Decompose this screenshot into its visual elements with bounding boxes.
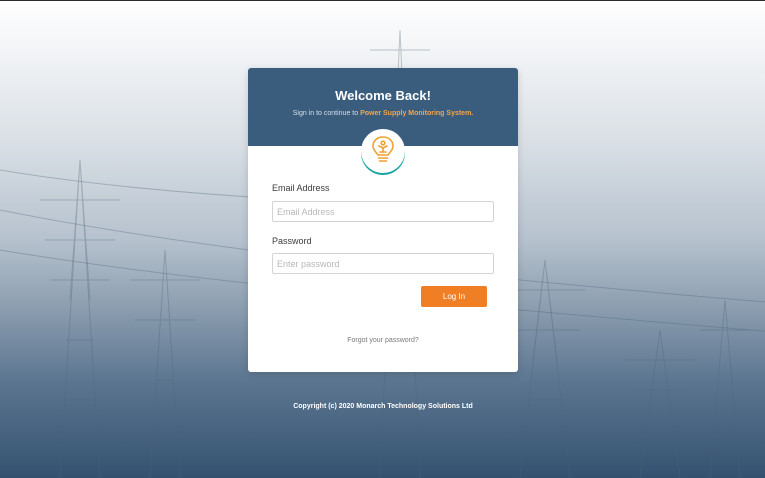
email-input[interactable] [272, 201, 494, 222]
welcome-subtitle: Sign in to continue to Power Supply Moni… [248, 110, 518, 117]
login-card: Welcome Back! Sign in to continue to Pow… [248, 68, 518, 372]
password-label: Password [272, 236, 312, 246]
password-input[interactable] [272, 253, 494, 274]
logo-badge [361, 129, 405, 173]
system-name: Power Supply Monitoring System. [360, 110, 474, 117]
copyright-text: Copyright (c) 2020 Monarch Technology So… [293, 403, 473, 410]
forgot-password-link[interactable]: Forgot your password? [248, 337, 518, 344]
subtitle-prefix: Sign in to continue to [292, 110, 361, 117]
email-label: Email Address [272, 183, 330, 193]
welcome-title: Welcome Back! [335, 88, 431, 103]
lightbulb-icon [372, 136, 394, 162]
login-button[interactable]: Log In [421, 286, 487, 307]
